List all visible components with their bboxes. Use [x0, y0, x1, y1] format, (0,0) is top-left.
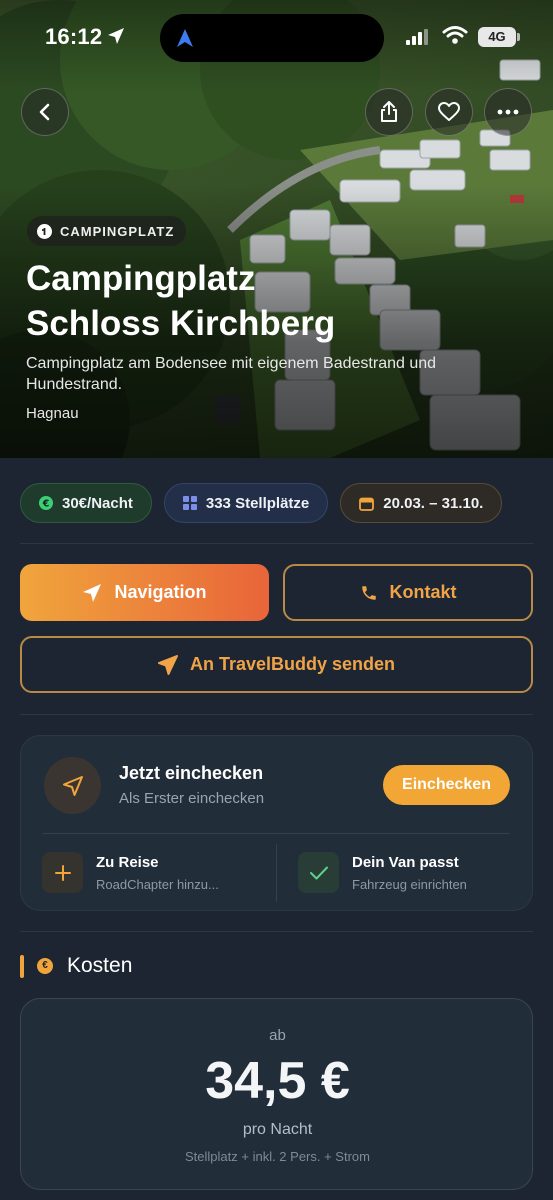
navigation-button[interactable]: Navigation [20, 564, 269, 621]
contact-button-label: Kontakt [389, 582, 457, 602]
checkin-subtitle: Als Erster einchecken [119, 790, 265, 807]
plus-icon [54, 864, 71, 881]
cost-prefix: ab [269, 1027, 286, 1044]
send-icon [157, 654, 178, 675]
card-divider [43, 833, 510, 834]
navigation-button-label: Navigation [114, 582, 207, 602]
phone-icon [361, 585, 376, 600]
more-options-button[interactable] [484, 88, 532, 136]
category-tag: CAMPINGPLATZ [27, 216, 187, 246]
cost-note: Stellplatz + inkl. 2 Pers. + Strom [185, 1149, 370, 1164]
cost-value: 34,5 € [205, 1052, 350, 1110]
season-chip[interactable]: 20.03. – 31.10. [340, 483, 503, 523]
favorite-button[interactable] [425, 88, 473, 136]
add-to-trip-button[interactable] [42, 852, 83, 893]
back-button[interactable] [21, 88, 69, 136]
van-title[interactable]: Dein Van passt [352, 854, 459, 871]
costs-section-title: Kosten [67, 954, 133, 977]
signal-icon [406, 29, 428, 45]
grid-icon [182, 496, 197, 510]
info-icon [37, 223, 52, 239]
campsite-title: Campingplatz Schloss Kirchberg [26, 256, 446, 346]
cost-unit: pro Nacht [242, 1121, 313, 1138]
heart-icon [438, 102, 460, 121]
navigation-indicator-icon [177, 29, 193, 47]
svg-text:€: € [42, 499, 50, 510]
check-icon [309, 866, 328, 879]
campsite-location: Hagnau [26, 405, 79, 422]
cost-card: ab 34,5 € pro Nacht Stellplatz + inkl. 2… [20, 998, 533, 1190]
divider [20, 931, 533, 932]
dynamic-island [160, 14, 384, 62]
campsite-title-line1: Campingplatz [26, 259, 256, 298]
checkin-button[interactable]: Einchecken [383, 765, 510, 805]
status-bar: 16:12 4G [0, 0, 553, 74]
euro-icon: € [39, 496, 53, 510]
divider [20, 543, 533, 544]
battery-network-indicator: 4G [478, 27, 520, 47]
van-fit-button[interactable] [298, 852, 339, 893]
location-arrow-icon [108, 28, 124, 44]
campsite-detail-screen: 16:12 4G CAMPINGPLATZ Campingplatz Schlo… [0, 0, 553, 1200]
checkin-icon [44, 757, 101, 814]
contact-button[interactable]: Kontakt [283, 564, 533, 621]
euro-icon: € [37, 958, 53, 974]
info-chips: € 30€/Nacht 333 Stellplätze 20.03. – 31.… [20, 483, 503, 523]
status-time: 16:12 [45, 24, 103, 49]
navigation-arrow-icon [62, 775, 83, 796]
category-label: CAMPINGPLATZ [60, 223, 175, 239]
price-chip[interactable]: € 30€/Nacht [20, 483, 152, 523]
card-vertical-divider [276, 844, 277, 902]
calendar-icon [359, 497, 375, 511]
trip-subtitle: RoadChapter hinzu... [96, 877, 219, 892]
travelbuddy-button[interactable]: An TravelBuddy senden [20, 636, 533, 693]
campsite-title-line2: Schloss Kirchberg [26, 304, 336, 343]
share-button[interactable] [365, 88, 413, 136]
campsite-description: Campingplatz am Bodensee mit eigenem Bad… [26, 355, 437, 393]
back-chevron-icon [39, 103, 50, 121]
spots-chip[interactable]: 333 Stellplätze [163, 483, 329, 523]
spots-chip-label: 333 Stellplätze [205, 494, 310, 512]
van-subtitle: Fahrzeug einrichten [352, 877, 467, 892]
section-accent-bar [20, 955, 24, 978]
divider [20, 714, 533, 715]
more-icon [497, 109, 519, 115]
navigation-arrow-icon [83, 583, 102, 602]
hero-image: 16:12 4G CAMPINGPLATZ Campingplatz Schlo… [0, 0, 553, 458]
share-icon [381, 101, 397, 122]
travelbuddy-button-label: An TravelBuddy senden [189, 654, 396, 674]
checkin-title: Jetzt einchecken [119, 763, 264, 783]
season-chip-label: 20.03. – 31.10. [383, 494, 484, 512]
trip-title[interactable]: Zu Reise [96, 854, 159, 871]
checkin-card: Jetzt einchecken Als Erster einchecken E… [20, 735, 533, 911]
wifi-icon [442, 26, 468, 44]
price-chip-label: 30€/Nacht [62, 494, 133, 512]
